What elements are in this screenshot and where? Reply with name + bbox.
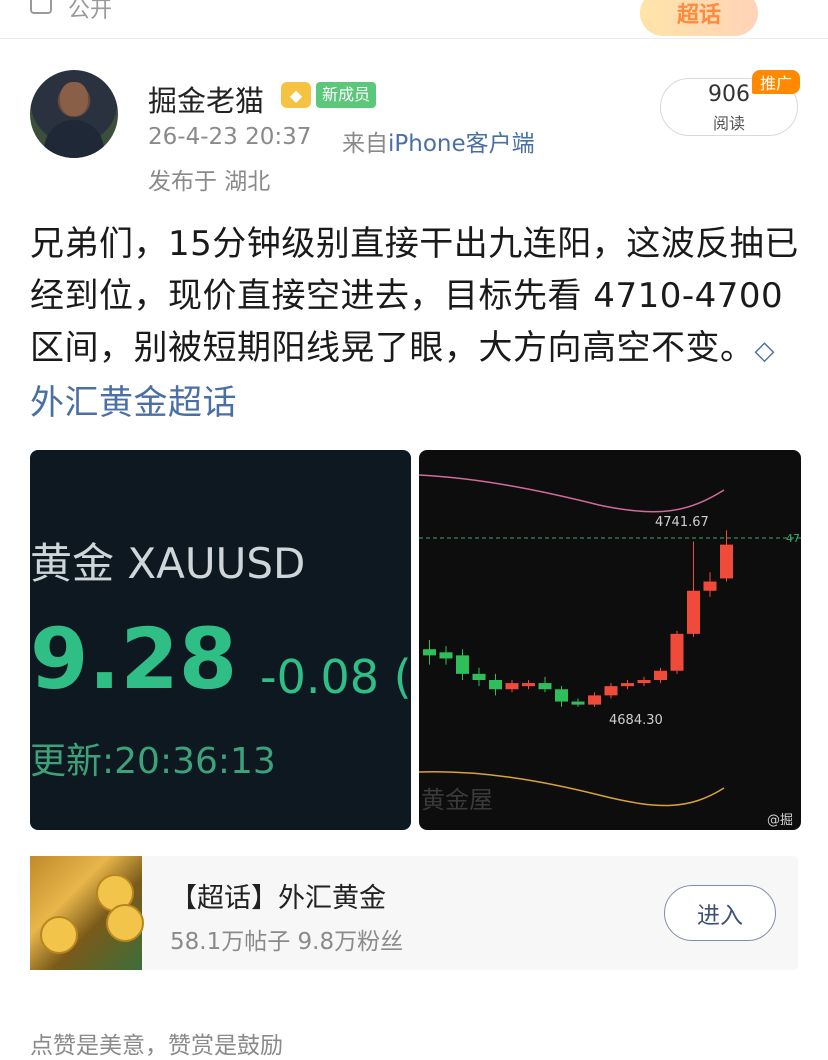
high-label: 4741.67 bbox=[655, 515, 709, 530]
candle-body bbox=[423, 649, 436, 656]
candles bbox=[423, 530, 733, 707]
source-device: iPhone客户端 bbox=[388, 131, 535, 157]
topic-thumbnail bbox=[30, 856, 144, 970]
post-source: 来自iPhone客户端 bbox=[342, 124, 535, 158]
quote-price: 9.28 bbox=[30, 610, 238, 708]
post-location: 发布于 湖北 bbox=[148, 169, 271, 195]
username[interactable]: 掘金老猫 bbox=[148, 78, 264, 120]
right-edge-label: 47 bbox=[786, 532, 800, 545]
candle-body bbox=[703, 581, 717, 591]
candle-body bbox=[687, 590, 700, 634]
diamond-icon: ◇ bbox=[754, 336, 775, 366]
candle-body bbox=[489, 680, 502, 690]
watermark: 黄金屋 bbox=[421, 786, 493, 814]
lock-icon bbox=[30, 0, 52, 14]
promo-tag: 推广 bbox=[752, 70, 800, 94]
candle-body bbox=[720, 544, 733, 579]
candle-body bbox=[637, 680, 651, 684]
new-member-badge: 新成员 bbox=[316, 82, 377, 108]
candle-body bbox=[604, 686, 618, 696]
read-count: 906 bbox=[708, 82, 750, 107]
candlestick-chart: 4741.67 4684.30 47 黄金屋 @掘 bbox=[419, 474, 801, 828]
candle-body bbox=[472, 673, 486, 680]
avatar[interactable] bbox=[30, 70, 118, 158]
post-timestamp: 26-4-23 20:37 bbox=[148, 124, 312, 150]
quote-change: -0.08 ( bbox=[260, 650, 411, 704]
candle-body bbox=[538, 683, 552, 690]
candle-body bbox=[439, 652, 453, 659]
read-label: 阅读 bbox=[712, 114, 745, 133]
candle-body bbox=[522, 683, 535, 687]
vip-diamond-icon: ◆ bbox=[281, 82, 311, 108]
visibility-label: 公开 bbox=[68, 0, 113, 23]
candle-body bbox=[505, 683, 519, 690]
chaohua-badge[interactable]: 超话 bbox=[640, 0, 758, 36]
candle-body bbox=[588, 695, 601, 705]
upper-band bbox=[419, 474, 725, 513]
candle-body bbox=[670, 633, 684, 671]
candle-body bbox=[456, 655, 469, 674]
quote-title: 黄金 XAUUSD bbox=[30, 539, 306, 588]
candle-body bbox=[571, 701, 585, 705]
post-body: 兄弟们，15分钟级别直接干出九连阳，这波反抽已经到位，现价直接空进去，目标先看 … bbox=[30, 218, 805, 429]
quote-update-time: 更新:20:36:13 bbox=[30, 741, 276, 782]
quote-image[interactable]: 黄金 XAUUSD 9.28 -0.08 ( 更新:20:36:13 bbox=[30, 450, 411, 830]
candle-body bbox=[621, 683, 634, 687]
candle-body bbox=[555, 689, 568, 702]
topic-link-label: 外汇黄金超话 bbox=[30, 383, 237, 423]
enter-button[interactable]: 进入 bbox=[664, 885, 776, 941]
source-prefix: 来自 bbox=[342, 131, 388, 157]
low-label: 4684.30 bbox=[609, 713, 663, 728]
topic-stats: 58.1万帖子 9.8万粉丝 bbox=[170, 929, 404, 955]
candlestick-chart-image[interactable]: 4741.67 4684.30 47 黄金屋 @掘 bbox=[419, 450, 801, 830]
topic-name: 【超话】外汇黄金 bbox=[170, 883, 386, 914]
candle-body bbox=[654, 670, 667, 680]
post-text: 兄弟们，15分钟级别直接干出九连阳，这波反抽已经到位，现价直接空进去，目标先看 … bbox=[30, 224, 799, 368]
corner-label: @掘 bbox=[767, 813, 793, 828]
